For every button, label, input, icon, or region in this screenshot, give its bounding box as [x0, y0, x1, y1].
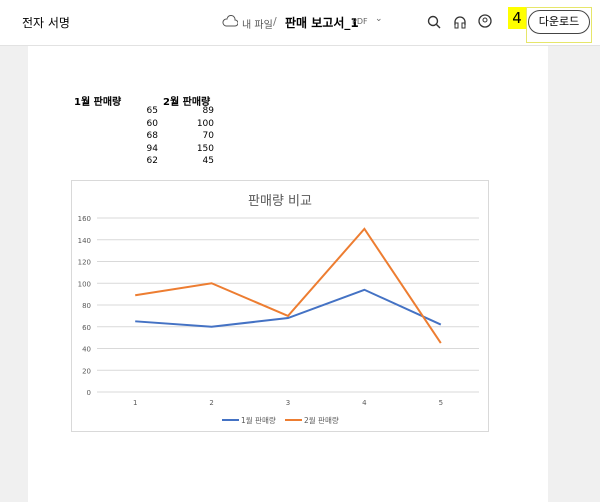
y-tick-label: 100 [78, 280, 91, 288]
x-tick-label: 3 [286, 399, 290, 407]
table-cell: 45 [202, 156, 214, 166]
x-tick-label: 1 [133, 399, 137, 407]
my-files-link[interactable]: 내 파일 [242, 16, 273, 31]
x-tick-label: 2 [209, 399, 213, 407]
y-tick-label: 60 [82, 324, 91, 332]
table-cell: 100 [196, 118, 214, 129]
series-line-1 [135, 288, 442, 328]
y-tick-label: 80 [82, 302, 91, 310]
x-tick-label: 4 [362, 399, 367, 407]
chart-plot: 0 20 40 60 80 100 120 140 160 1 2 3 4 5 1월 판매량 2월 판매량 [78, 215, 479, 425]
y-tick-label: 0 [87, 389, 91, 397]
table-cell: 94 [146, 143, 158, 154]
chevron-down-icon[interactable]: ⌄ [375, 14, 383, 24]
search-icon[interactable] [427, 15, 441, 29]
breadcrumb-separator: / [273, 15, 277, 28]
download-button[interactable]: 다운로드 [528, 10, 590, 34]
table-cell: 60 [146, 118, 158, 129]
annotation-badge: 4 [508, 7, 526, 29]
esign-menu[interactable]: 전자 서명 [22, 14, 70, 31]
legend-label: 2월 판매량 [304, 415, 339, 425]
table-header: 1월 판매량 [74, 97, 122, 108]
legend-label: 1월 판매량 [241, 415, 276, 425]
y-tick-label: 40 [82, 346, 91, 354]
headphones-icon[interactable] [453, 15, 467, 29]
table-cell: 65 [146, 106, 158, 116]
series-line-2 [135, 227, 442, 344]
file-name: 판매 보고서_1 [285, 16, 359, 30]
y-tick-label: 160 [78, 215, 91, 223]
chart: 판매량 비교 0 20 40 60 80 100 120 140 160 1 2 3 4 5 1월 판매량 2… [71, 180, 489, 432]
account-icon[interactable] [478, 14, 493, 29]
x-tick-label: 5 [439, 399, 443, 407]
y-tick-label: 140 [78, 237, 91, 245]
table-cell: 70 [202, 131, 214, 141]
table-cell: 89 [202, 106, 214, 116]
table-cell: 150 [196, 143, 214, 154]
cloud-icon [222, 15, 238, 27]
file-type: PDF [352, 17, 368, 26]
table-cell: 68 [146, 131, 158, 141]
top-bar: 전자 서명 내 파일 / 판매 보고서_1 PDF ⌄ 4 다운로드 [0, 0, 600, 46]
table-cell: 62 [146, 156, 158, 166]
y-tick-label: 120 [78, 259, 91, 267]
y-tick-label: 20 [82, 367, 91, 375]
